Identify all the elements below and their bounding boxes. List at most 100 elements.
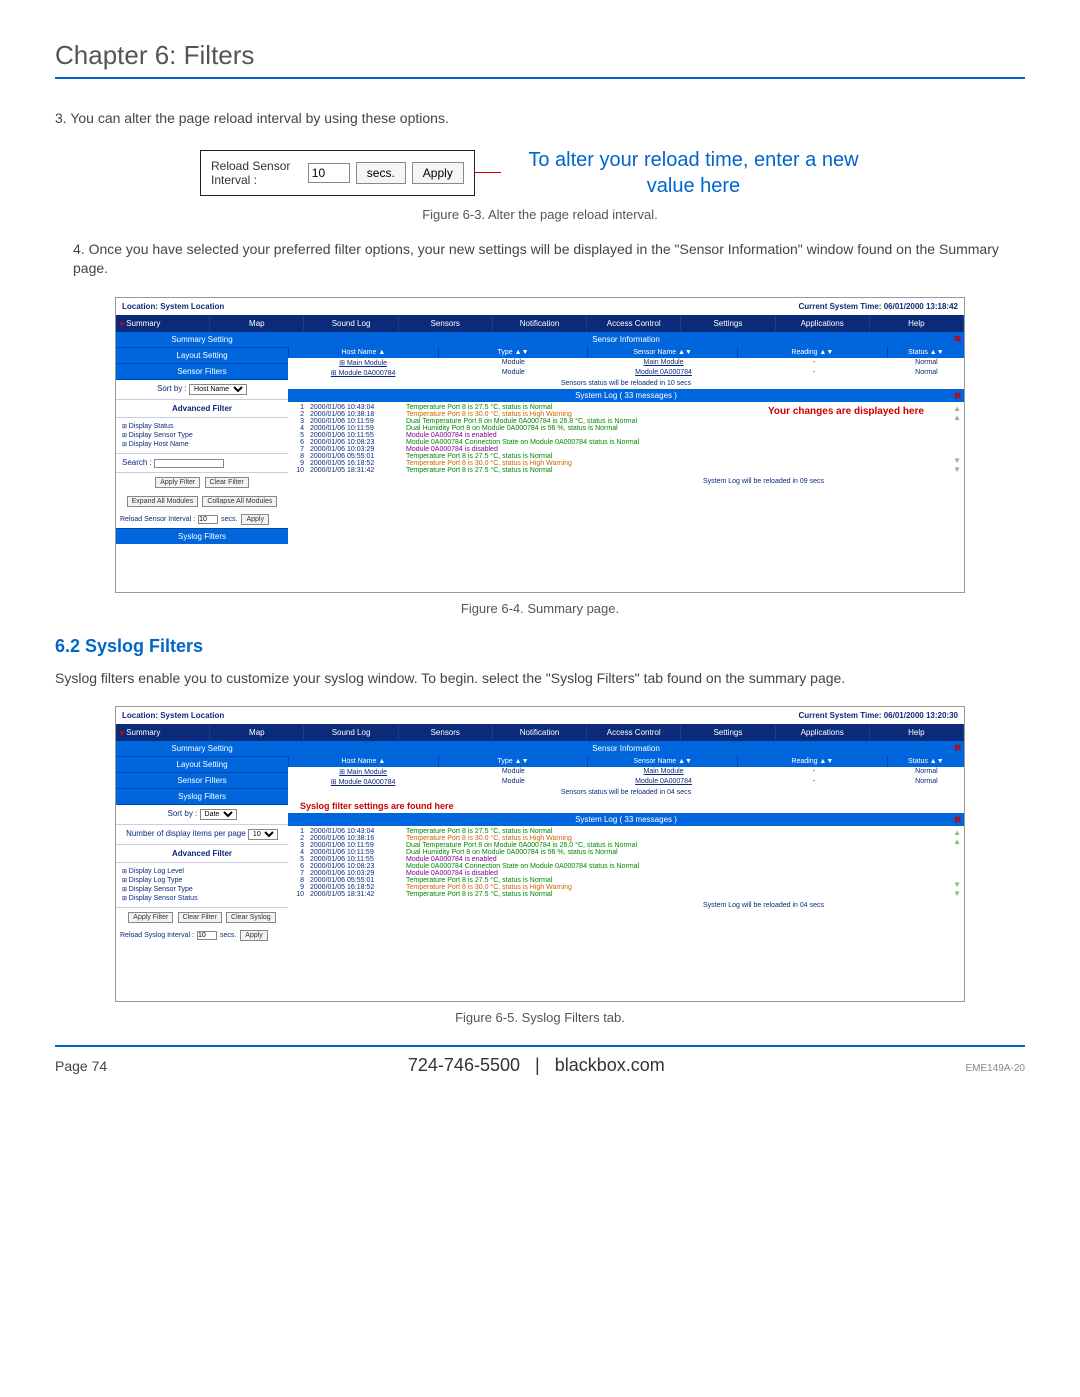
reload-interval-input[interactable] — [308, 163, 350, 183]
secs-button[interactable]: secs. — [356, 162, 406, 184]
tab-sound-log[interactable]: Sound Log — [304, 315, 398, 332]
col-host[interactable]: Host Name ▲ — [288, 756, 438, 767]
close-icon[interactable]: ⊠ — [954, 391, 961, 400]
col-sensor[interactable]: Sensor Name ▲▼ — [587, 756, 737, 767]
clear-syslog-button[interactable]: Clear Syslog — [226, 912, 276, 923]
reading-cell: - — [739, 369, 889, 377]
filter-item[interactable]: Display Log Level — [122, 867, 282, 876]
tab-help[interactable]: Help — [870, 315, 964, 332]
tab-notification[interactable]: Notification — [493, 724, 587, 741]
filter-item[interactable]: Display Host Name — [122, 440, 282, 449]
tab-applications[interactable]: Applications — [776, 724, 870, 741]
tab-summary[interactable]: Summary — [116, 724, 210, 741]
layout-setting-header[interactable]: Layout Setting — [116, 348, 288, 364]
sensor-cell[interactable]: Main Module — [588, 359, 738, 367]
filter-item[interactable]: Display Sensor Type — [122, 431, 282, 440]
col-status[interactable]: Status ▲▼ — [887, 347, 964, 358]
tab-settings[interactable]: Settings — [681, 724, 775, 741]
tab-sensors[interactable]: Sensors — [399, 724, 493, 741]
tab-map[interactable]: Map — [210, 315, 304, 332]
log-message: Temperature Port 8 is 30.0 °C, status is… — [406, 460, 960, 467]
syslog-filters-tab[interactable]: Syslog Filters — [116, 528, 288, 544]
log-num: 6 — [292, 439, 304, 446]
clear-filter-button[interactable]: Clear Filter — [205, 477, 249, 488]
log-row: 8 2000/01/06 05:55:01 Temperature Port 8… — [292, 877, 960, 884]
col-host[interactable]: Host Name ▲ — [288, 347, 438, 358]
close-icon[interactable]: ⊠ — [954, 815, 961, 824]
figure-6-3: Reload Sensor Interval : secs. Apply To … — [200, 147, 880, 199]
scroll-up-icons[interactable]: ▲▲ — [953, 404, 961, 422]
sensor-cell[interactable]: Main Module — [588, 768, 738, 776]
apply-filter-button[interactable]: Apply Filter — [128, 912, 173, 923]
host-cell[interactable]: ⊞ Module 0A000784 — [288, 778, 438, 786]
reload-input[interactable] — [198, 515, 218, 524]
tab-sound-log[interactable]: Sound Log — [304, 724, 398, 741]
tab-notification[interactable]: Notification — [493, 315, 587, 332]
table-row: ⊞ Module 0A000784 Module Module 0A000784… — [288, 777, 964, 787]
apply-filter-button[interactable]: Apply Filter — [155, 477, 200, 488]
reload-apply[interactable]: Apply — [240, 930, 268, 941]
log-row: 7 2000/01/06 10:03:29 Module 0A000784 is… — [292, 870, 960, 877]
scroll-down-icons[interactable]: ▼▼ — [953, 880, 961, 898]
tab-applications[interactable]: Applications — [776, 315, 870, 332]
tab-help[interactable]: Help — [870, 724, 964, 741]
log-num: 1 — [292, 828, 304, 835]
tab-settings[interactable]: Settings — [681, 315, 775, 332]
col-type[interactable]: Type ▲▼ — [438, 756, 588, 767]
log-timestamp: 2000/01/06 10:03:29 — [310, 870, 400, 877]
log-timestamp: 2000/01/06 05:55:01 — [310, 877, 400, 884]
advanced-filter-label: Advanced Filter — [116, 400, 288, 418]
collapse-all-button[interactable]: Collapse All Modules — [202, 496, 277, 507]
col-status[interactable]: Status ▲▼ — [887, 756, 964, 767]
log-message: Dual Temperature Port 8 on Module 0A0007… — [406, 842, 960, 849]
col-sensor[interactable]: Sensor Name ▲▼ — [587, 347, 737, 358]
host-cell[interactable]: ⊞ Main Module — [288, 768, 438, 776]
step4: 4. Once you have selected your preferred… — [55, 240, 1025, 279]
log-message: Module 0A000784 Connection State on Modu… — [406, 439, 960, 446]
log-row: 10 2000/01/05 18:31:42 Temperature Port … — [292, 891, 960, 898]
secs-label: secs. — [220, 932, 236, 939]
clear-filter-button[interactable]: Clear Filter — [178, 912, 222, 923]
filter-item[interactable]: Display Sensor Status — [122, 894, 282, 903]
sensor-cell[interactable]: Module 0A000784 — [588, 369, 738, 377]
summary-setting-header[interactable]: Summary Setting — [116, 741, 288, 757]
filter-item[interactable]: Display Sensor Type — [122, 885, 282, 894]
col-type[interactable]: Type ▲▼ — [438, 347, 588, 358]
search-input[interactable] — [154, 459, 224, 468]
expand-all-button[interactable]: Expand All Modules — [127, 496, 198, 507]
col-reading[interactable]: Reading ▲▼ — [737, 756, 887, 767]
col-reading[interactable]: Reading ▲▼ — [737, 347, 887, 358]
log-message: Dual Humidity Port 8 on Module 0A000784 … — [406, 425, 960, 432]
filter-item[interactable]: Display Log Type — [122, 876, 282, 885]
close-icon[interactable]: ⊠ — [954, 334, 961, 343]
summary-setting-header[interactable]: Summary Setting — [116, 332, 288, 348]
tab-map[interactable]: Map — [210, 724, 304, 741]
reload-sensor-interval-control: Reload Sensor Interval : secs. Apply — [200, 150, 475, 196]
reload-apply[interactable]: Apply — [241, 514, 269, 525]
close-icon[interactable]: ⊠ — [954, 743, 961, 752]
apply-button[interactable]: Apply — [412, 162, 464, 184]
scroll-down-icons[interactable]: ▼▼ — [953, 456, 961, 474]
scroll-up-icons[interactable]: ▲▲ — [953, 828, 961, 846]
tab-sensors[interactable]: Sensors — [399, 315, 493, 332]
host-cell[interactable]: ⊞ Main Module — [288, 359, 438, 367]
tab-access-control[interactable]: Access Control — [587, 315, 681, 332]
sort-select[interactable]: Date — [200, 809, 237, 820]
num-items-label: Number of display items per page — [126, 829, 246, 838]
log-timestamp: 2000/01/05 16:18:52 — [310, 460, 400, 467]
sort-select[interactable]: Host Name — [189, 384, 247, 395]
page-footer: Page 74 724-746-5500 | blackbox.com EME1… — [55, 1045, 1025, 1076]
num-items-select[interactable]: 10 — [248, 829, 278, 840]
log-message: Module 0A000784 is disabled — [406, 446, 960, 453]
reading-cell: - — [739, 359, 889, 367]
host-cell[interactable]: ⊞ Module 0A000784 — [288, 369, 438, 377]
sensor-filters-header[interactable]: Sensor Filters — [116, 773, 288, 789]
reload-input[interactable] — [197, 931, 217, 940]
sensor-cell[interactable]: Module 0A000784 — [588, 778, 738, 786]
tab-access-control[interactable]: Access Control — [587, 724, 681, 741]
filter-item[interactable]: Display Status — [122, 422, 282, 431]
sensor-filters-header[interactable]: Sensor Filters — [116, 364, 288, 380]
tab-summary[interactable]: Summary — [116, 315, 210, 332]
layout-setting-header[interactable]: Layout Setting — [116, 757, 288, 773]
syslog-filters-header[interactable]: Syslog Filters — [116, 789, 288, 805]
